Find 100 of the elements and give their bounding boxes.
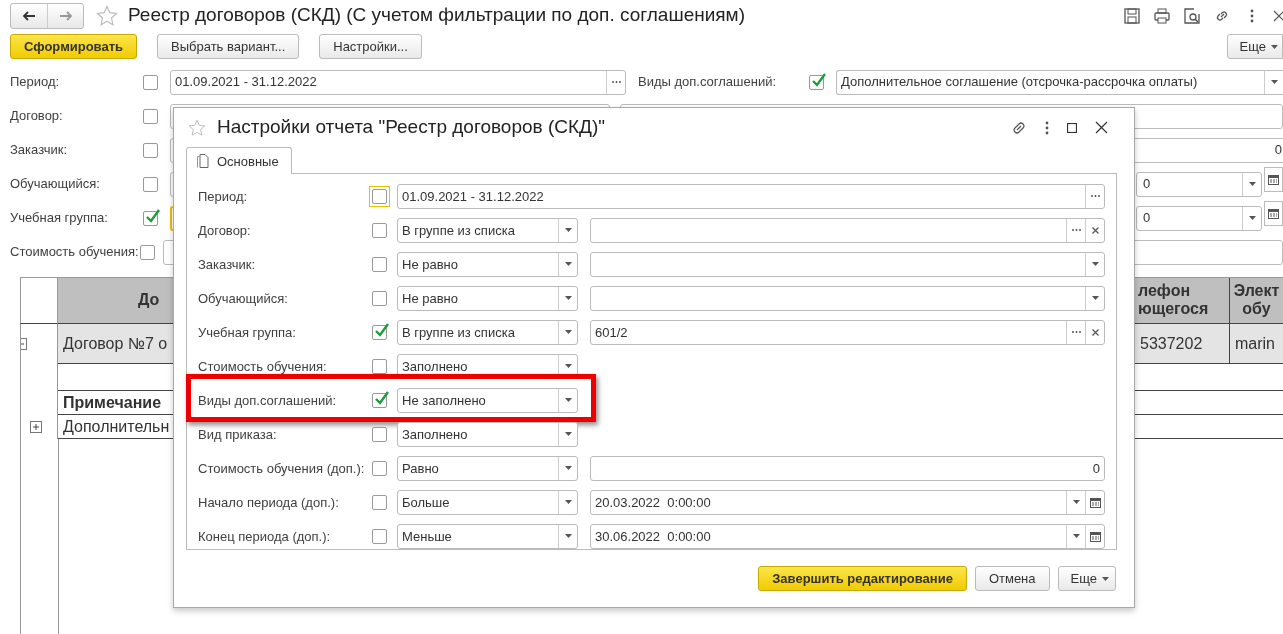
more-button[interactable]: Еще	[1226, 34, 1283, 59]
field-label: Начало периода (доп.):	[198, 494, 340, 511]
calendar-button[interactable]	[1264, 201, 1283, 226]
checkbox[interactable]	[372, 528, 387, 544]
favorite-star-icon[interactable]	[96, 4, 118, 27]
input-field[interactable]	[590, 217, 1105, 243]
input-field[interactable]: 20.03.2022 0:00:00	[590, 489, 1105, 515]
caret-icon	[564, 228, 572, 233]
printer-icon[interactable]	[1154, 7, 1170, 24]
calendar-button[interactable]	[1085, 490, 1104, 514]
dialog-button[interactable]: Завершить редактирование	[758, 566, 967, 592]
caret-icon	[564, 432, 572, 437]
ellipsis-icon	[1071, 229, 1081, 232]
input-field[interactable]: 01.09.2021 - 31.12.2022	[397, 183, 1105, 209]
document-icon	[197, 154, 209, 169]
expand-icon[interactable]	[30, 420, 42, 433]
caret-icon	[1091, 262, 1099, 267]
caret-icon	[1271, 44, 1278, 49]
table-cell: 5337202	[1135, 323, 1230, 364]
clear-icon	[1091, 226, 1099, 234]
checkbox[interactable]	[372, 324, 387, 340]
select-field[interactable]: Меньше	[397, 523, 578, 549]
checkmark-icon	[811, 71, 826, 88]
calendar-icon	[1268, 174, 1279, 185]
field-label: Период:	[198, 188, 249, 205]
column-header: Элект обу	[1230, 278, 1283, 324]
input-field[interactable]	[590, 285, 1105, 311]
field-label: Стоимость обучения:	[10, 244, 140, 260]
calendar-icon	[1089, 530, 1101, 542]
caret-icon	[564, 330, 572, 335]
select-field[interactable]: В группе из списка	[397, 217, 578, 243]
favorite-star-icon[interactable]	[188, 118, 206, 137]
caret-icon	[1248, 216, 1256, 220]
select-field[interactable]: Не равно	[397, 285, 578, 311]
tab[interactable]: Основные	[186, 147, 292, 175]
caret-icon	[564, 500, 572, 505]
caret-icon	[564, 296, 572, 301]
checkbox[interactable]	[143, 210, 158, 226]
select-field[interactable]: Больше	[397, 489, 578, 515]
preview-icon[interactable]	[1184, 7, 1200, 24]
select-field[interactable]: В группе из списка	[397, 319, 578, 345]
select-field[interactable]: Не заполнено	[397, 387, 578, 413]
calendar-button[interactable]	[1264, 167, 1283, 192]
input-field[interactable]: 601/2	[590, 319, 1105, 345]
select-field[interactable]: Не равно	[397, 251, 578, 277]
field-label: Конец периода (доп.):	[198, 528, 332, 545]
checkbox[interactable]	[809, 74, 824, 90]
toolbar-button[interactable]: Настройки...	[319, 34, 422, 59]
caret-icon	[564, 466, 572, 471]
toolbar-button[interactable]: Сформировать	[10, 34, 138, 59]
checkbox[interactable]	[372, 392, 387, 408]
checkbox[interactable]	[372, 256, 387, 272]
checkbox[interactable]	[372, 426, 387, 442]
save-icon[interactable]	[1124, 7, 1140, 24]
field-label: Учебная группа:	[10, 210, 109, 226]
caret-icon	[564, 262, 572, 267]
checkbox[interactable]	[143, 142, 158, 158]
select-field[interactable]: Заполнено	[397, 421, 578, 447]
more-icon[interactable]	[1045, 120, 1049, 135]
close-icon[interactable]	[1095, 121, 1108, 135]
checkmark-icon	[374, 321, 389, 338]
field-label: Виды доп.соглашений:	[198, 392, 338, 409]
window-title: Реестр договоров (СКД) (С учетом фильтрации по доп. соглашениям)	[128, 4, 745, 27]
input-field[interactable]: 30.06.2022 0:00:00	[590, 523, 1105, 549]
select-field[interactable]: Равно	[397, 455, 578, 481]
field-label: Учебная группа:	[198, 324, 297, 341]
caret-icon	[1072, 534, 1080, 539]
column-header: лефон ющегося	[1135, 278, 1230, 324]
caret-icon	[1248, 182, 1256, 186]
field-label: Стоимость обучения (доп.):	[198, 460, 366, 477]
close-icon[interactable]	[1273, 9, 1283, 22]
checkmark-icon	[145, 207, 160, 224]
caret-icon	[564, 398, 572, 403]
checkbox[interactable]	[143, 176, 158, 192]
input-field[interactable]: 0	[1136, 171, 1262, 197]
toolbar-button[interactable]: Выбрать вариант...	[157, 34, 300, 59]
maximize-icon[interactable]	[1067, 122, 1077, 133]
dialog-button[interactable]: Отмена	[974, 566, 1050, 592]
field-label: Заказчик:	[10, 142, 68, 158]
input-field[interactable]: Дополнительное соглашение (отсрочка-рассрочка оплаты)	[836, 69, 1283, 95]
link-icon[interactable]	[1011, 119, 1027, 136]
ellipsis-icon	[1071, 331, 1081, 334]
calendar-button[interactable]	[1085, 524, 1104, 548]
checkbox[interactable]	[372, 494, 387, 510]
input-field[interactable]: 01.09.2021 - 31.12.2022	[170, 69, 626, 95]
checkbox[interactable]	[372, 222, 387, 238]
checkbox[interactable]	[140, 244, 155, 260]
checkbox[interactable]	[372, 358, 387, 374]
checkbox[interactable]	[143, 108, 158, 124]
checkbox[interactable]	[372, 460, 387, 476]
input-field[interactable]: 0	[1136, 205, 1262, 231]
ellipsis-icon	[1090, 195, 1100, 198]
input-field[interactable]	[590, 251, 1105, 277]
caret-icon	[1270, 80, 1278, 84]
dialog-button[interactable]: Еще	[1057, 566, 1116, 592]
checkbox[interactable]	[372, 290, 387, 306]
field-label: Договор:	[10, 108, 64, 124]
input-field[interactable]: 0	[590, 455, 1105, 481]
checkbox[interactable]	[143, 74, 158, 90]
dialog-title: Настройки отчета "Реестр договоров (СКД)"	[217, 116, 605, 140]
